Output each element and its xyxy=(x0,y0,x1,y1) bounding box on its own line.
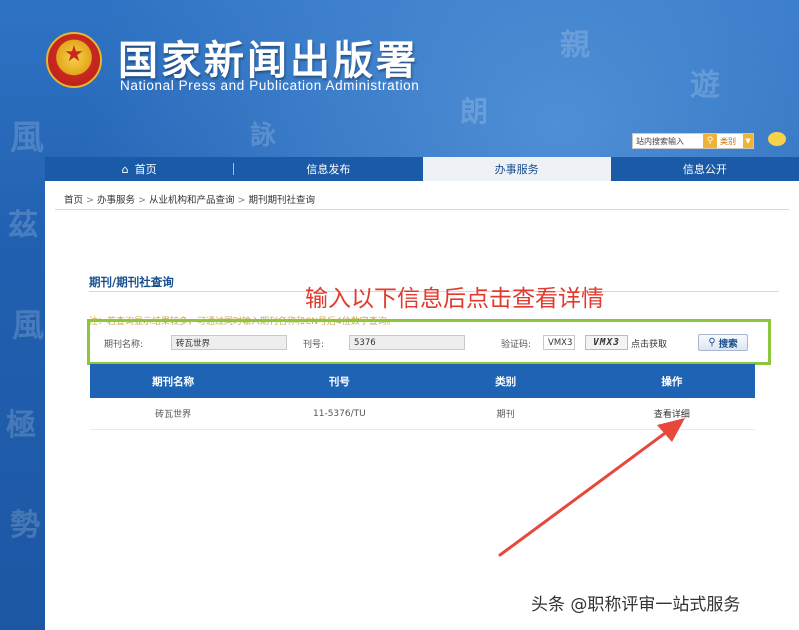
content-panel: 首页 > 办事服务 > 从业机构和产品查询 > 期刊期刊社查询 期刊/期刊社查询 输入以下信… xyxy=(45,181,799,630)
background-glyph: 朗 xyxy=(460,95,489,128)
site-search-bar: ⚲ 类别 ▼ xyxy=(632,133,754,149)
background-glyph: 親 xyxy=(560,28,590,63)
breadcrumb-link-services[interactable]: 办事服务 xyxy=(97,195,135,206)
search-icon: ⚲ xyxy=(708,337,716,348)
breadcrumb-current: 期刊期刊社查询 xyxy=(248,195,315,206)
column-header: 操作 xyxy=(661,375,683,388)
nav-item-label: 办事服务 xyxy=(494,163,539,176)
background-glyph: 遊 xyxy=(690,68,720,103)
nav-item-label: 信息发布 xyxy=(306,163,351,176)
column-header: 刊号 xyxy=(328,375,350,388)
breadcrumb-link-home[interactable]: 首页 xyxy=(64,195,83,206)
site-search-input[interactable] xyxy=(633,134,703,148)
nav-item-info-release[interactable]: 信息发布 xyxy=(234,157,422,181)
cell-cn-number: 11-5376/TU xyxy=(313,408,366,419)
chat-icon[interactable] xyxy=(768,132,786,146)
divider xyxy=(55,209,789,210)
column-header: 期刊名称 xyxy=(152,375,195,388)
query-form: 期刊名称: 刊号: 验证码: VMX3 点击获取 ⚲ 搜索 xyxy=(87,319,771,365)
background-glyph: 風 xyxy=(10,118,44,158)
watermark: 头条 @职称评审一站式服务 xyxy=(531,595,741,615)
cell-category: 期刊 xyxy=(496,410,515,420)
cn-number-input[interactable] xyxy=(349,335,465,350)
breadcrumb: 首页 > 办事服务 > 从业机构和产品查询 > 期刊期刊社查询 xyxy=(64,192,315,206)
home-icon: ⌂ xyxy=(121,162,129,176)
captcha-image[interactable]: VMX3 xyxy=(585,335,628,350)
nav-item-info-public[interactable]: 信息公开 xyxy=(611,157,799,181)
cell-journal-name: 砖瓦世界 xyxy=(155,410,192,420)
annotation-text: 输入以下信息后点击查看详情 xyxy=(305,286,604,312)
chevron-down-icon[interactable]: ▼ xyxy=(743,134,753,148)
site-subtitle: National Press and Publication Administr… xyxy=(120,78,420,93)
main-nav: ⌂ 首页 信息发布 办事服务 信息公开 xyxy=(45,157,799,181)
table-row: 砖瓦世界 11-5376/TU 期刊 查看详细 xyxy=(90,398,755,430)
background-glyph: 風 xyxy=(12,306,45,344)
background-glyph: 勢 xyxy=(10,508,40,543)
captcha-refresh-link[interactable]: 点击获取 xyxy=(631,337,667,350)
background-glyph: 極 xyxy=(6,408,36,443)
journal-name-input[interactable] xyxy=(171,335,287,350)
column-header: 类别 xyxy=(495,375,517,388)
table-header: 期刊名称 刊号 类别 操作 xyxy=(90,364,755,398)
nav-item-services[interactable]: 办事服务 xyxy=(422,157,611,181)
nav-item-label: 信息公开 xyxy=(682,163,727,176)
search-button-label: 搜索 xyxy=(718,338,738,350)
breadcrumb-separator: > xyxy=(138,195,146,206)
background-glyph: 詠 xyxy=(250,121,277,151)
captcha-input[interactable] xyxy=(543,335,575,350)
breadcrumb-separator: > xyxy=(86,195,94,206)
journal-name-label: 期刊名称: xyxy=(104,340,144,350)
breadcrumb-separator: > xyxy=(237,195,246,206)
nav-item-label: 首页 xyxy=(134,163,157,176)
search-button[interactable]: ⚲ 搜索 xyxy=(698,334,748,351)
search-icon[interactable]: ⚲ xyxy=(703,134,717,148)
background-glyph: 茲 xyxy=(8,208,38,243)
captcha-label: 验证码: xyxy=(501,340,532,350)
nav-item-home[interactable]: ⌂ 首页 xyxy=(45,157,233,181)
breadcrumb-link-query[interactable]: 从业机构和产品查询 xyxy=(149,195,235,206)
cn-number-label: 刊号: xyxy=(303,340,325,350)
category-dropdown[interactable]: 类别 xyxy=(717,136,743,147)
national-emblem-icon: ★ xyxy=(46,32,102,88)
page-title: 期刊/期刊社查询 xyxy=(89,275,174,289)
view-details-link[interactable]: 查看详细 xyxy=(654,407,690,420)
